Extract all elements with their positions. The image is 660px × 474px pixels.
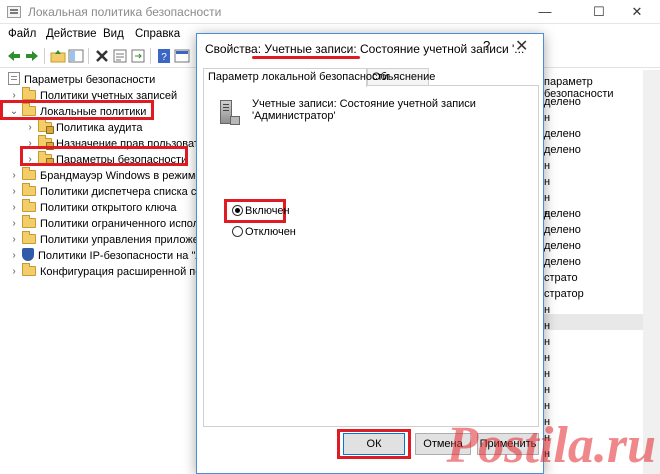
selected-row-highlight xyxy=(536,314,660,330)
dialog-title: Свойства: Учетные записи: Состояние учет… xyxy=(205,42,525,56)
chevron-right-icon[interactable]: › xyxy=(8,184,20,200)
app-icon xyxy=(7,6,21,18)
radio-disabled[interactable]: Отключен xyxy=(232,226,296,239)
tab-panel: Учетные записи: Состояние учетной записи… xyxy=(203,85,539,427)
chevron-right-icon[interactable]: › xyxy=(8,232,20,248)
list-cell[interactable]: н xyxy=(544,174,550,190)
up-folder-icon[interactable] xyxy=(50,48,66,64)
list-cell[interactable]: делено xyxy=(544,222,581,238)
chevron-right-icon[interactable]: › xyxy=(24,120,36,136)
close-button[interactable]: ✕ xyxy=(614,0,660,24)
chevron-right-icon[interactable]: › xyxy=(8,264,20,280)
tree-item-audit-policy[interactable]: › Политика аудита xyxy=(28,119,142,136)
list-cell[interactable]: делено xyxy=(544,142,581,158)
toolbar-separator xyxy=(88,48,89,64)
cancel-button[interactable]: Отмена xyxy=(415,433,471,455)
list-cell[interactable]: делено xyxy=(544,206,581,222)
list-cell[interactable]: делено xyxy=(544,94,581,110)
radio-button[interactable] xyxy=(232,226,243,237)
ok-button[interactable]: ОК xyxy=(343,433,405,455)
list-cell[interactable]: н xyxy=(544,190,550,206)
menu-view[interactable]: Вид xyxy=(103,28,124,40)
toolbar-separator xyxy=(150,48,151,64)
shield-icon xyxy=(22,248,34,261)
dialog-close-button[interactable]: ✕ xyxy=(515,36,528,56)
computer-icon xyxy=(220,100,240,126)
chevron-right-icon[interactable]: › xyxy=(8,200,20,216)
radio-enabled[interactable]: Включен xyxy=(232,205,290,218)
list-cell[interactable]: н xyxy=(544,350,550,366)
vertical-scrollbar[interactable] xyxy=(643,70,660,474)
menu-file[interactable]: Файл xyxy=(8,28,36,40)
list-cell[interactable]: н xyxy=(544,430,550,446)
highlight-local-policies xyxy=(0,100,154,120)
tree-item-app-control[interactable]: › Политики управления приложени xyxy=(12,231,196,248)
forward-arrow-icon[interactable] xyxy=(24,48,40,64)
folder-lock-icon xyxy=(38,119,54,134)
console-icon[interactable] xyxy=(174,48,190,64)
tree-item-ip-security[interactable]: › Политики IP-безопасности на "Ло xyxy=(12,248,196,264)
properties-icon[interactable] xyxy=(112,48,128,64)
folder-icon xyxy=(22,215,36,228)
back-arrow-icon[interactable] xyxy=(6,48,22,64)
list-cell[interactable]: н xyxy=(544,414,550,430)
apply-button[interactable]: Применить xyxy=(477,433,539,455)
toolbar-separator xyxy=(44,48,45,64)
folder-icon xyxy=(22,263,36,276)
tree-item-software-restriction[interactable]: › Политики ограниченного исполь xyxy=(12,215,196,232)
list-cell[interactable]: делено xyxy=(544,254,581,270)
setting-name: Учетные записи: Состояние учетной записи… xyxy=(252,98,476,122)
window-title: Локальная политика безопасности xyxy=(28,5,222,19)
list-cell[interactable]: стратор xyxy=(544,286,584,302)
menu-action[interactable]: Действие xyxy=(46,28,97,40)
list-cell[interactable]: н xyxy=(544,446,550,462)
list-cell[interactable]: н xyxy=(544,366,550,382)
tree-item-windows-firewall[interactable]: ›Брандмауэр Windows в режиме по xyxy=(12,167,196,184)
tree-item-public-key-policies[interactable]: › Политики открытого ключа xyxy=(12,199,176,216)
minimize-button[interactable]: — xyxy=(522,0,568,24)
dialog-help-button[interactable]: ? xyxy=(483,38,490,53)
delete-icon[interactable] xyxy=(94,48,110,64)
help-icon[interactable]: ? xyxy=(156,48,172,64)
list-cell[interactable]: н xyxy=(544,318,550,334)
policy-doc-icon xyxy=(8,72,20,85)
svg-text:?: ? xyxy=(161,52,167,63)
main-titlebar: Локальная политика безопасности — ☐ ✕ xyxy=(0,0,660,24)
tree-item-network-list-manager[interactable]: › Политики диспетчера списка сете xyxy=(12,183,196,200)
list-cell[interactable]: страто xyxy=(544,270,578,286)
radio-button-checked[interactable] xyxy=(232,205,243,216)
properties-dialog: Свойства: Учетные записи: Состояние учет… xyxy=(196,33,544,474)
list-cell[interactable]: делено xyxy=(544,126,581,142)
menu-help[interactable]: Справка xyxy=(135,28,180,40)
folder-icon xyxy=(22,231,36,244)
tree-item-advanced-audit[interactable]: ›Конфигурация расширенной поли xyxy=(12,263,196,280)
chevron-right-icon[interactable]: › xyxy=(8,248,20,264)
list-cell[interactable]: н xyxy=(544,382,550,398)
list-cell[interactable]: делено xyxy=(544,238,581,254)
chevron-right-icon[interactable]: › xyxy=(8,168,20,184)
list-cell[interactable]: н xyxy=(544,398,550,414)
list-cell[interactable]: н xyxy=(544,110,550,126)
policy-list-column: параметр безопасности делено н делено де… xyxy=(536,70,660,474)
tab-local-security-setting[interactable]: Параметр локальной безопасности xyxy=(203,68,389,87)
folder-icon xyxy=(22,183,36,196)
list-cell[interactable]: н xyxy=(544,334,550,350)
folder-icon xyxy=(22,199,36,212)
title-highlight-underline xyxy=(252,56,360,59)
folder-icon xyxy=(22,167,36,180)
folder-icon xyxy=(22,87,36,100)
export-list-icon[interactable] xyxy=(130,48,146,64)
tree-item-security-settings-root[interactable]: Параметры безопасности xyxy=(8,72,155,88)
list-cell[interactable]: н xyxy=(544,158,550,174)
chevron-right-icon[interactable]: › xyxy=(8,216,20,232)
show-hide-tree-icon[interactable] xyxy=(68,48,84,64)
navigation-tree: Параметры безопасности › Политики учетных… xyxy=(0,70,196,474)
highlight-security-options xyxy=(20,146,188,166)
list-cell[interactable]: н xyxy=(544,302,550,318)
